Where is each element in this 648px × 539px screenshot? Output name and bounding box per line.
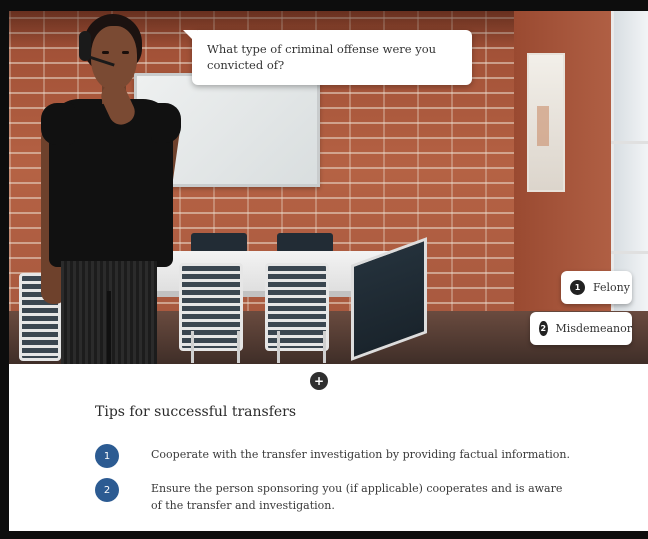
choice-misdemeanor-button[interactable]: 2 Misdemeanor <box>530 312 632 345</box>
choice-label: Felony <box>593 281 630 294</box>
chair-leg <box>277 331 280 363</box>
window-frame <box>611 251 648 254</box>
chair-back <box>191 233 247 253</box>
lesson-frame: What type of criminal offense were you c… <box>9 11 648 531</box>
tip-text: Cooperate with the transfer investigatio… <box>151 448 570 461</box>
chair-leg <box>237 331 240 363</box>
tips-heading: Tips for successful transfers <box>95 404 297 420</box>
character-eye <box>102 51 109 54</box>
chair-leg <box>191 331 194 363</box>
question-text: What type of criminal offense were you c… <box>207 42 437 72</box>
tip-text: Ensure the person sponsoring you (if app… <box>151 482 563 512</box>
chair <box>265 263 329 351</box>
window-frame <box>611 141 648 144</box>
character-pants-gap <box>107 291 111 364</box>
choice-label: Misdemeanor <box>555 322 632 335</box>
chair <box>179 263 243 351</box>
character-eye <box>122 51 129 54</box>
office-scene: What type of criminal offense were you c… <box>9 11 648 364</box>
choice-felony-button[interactable]: 1 Felony <box>561 271 632 304</box>
expand-plus-button[interactable]: + <box>310 372 328 390</box>
tip-number-badge: 2 <box>95 478 119 502</box>
choice-number-badge: 2 <box>539 321 548 336</box>
character-sleeve <box>151 103 181 143</box>
chair-back <box>277 233 333 253</box>
wall-art-detail <box>537 106 549 146</box>
speech-bubble: What type of criminal offense were you c… <box>183 30 472 85</box>
chair-leg <box>323 331 326 363</box>
character-sleeve <box>41 103 75 145</box>
choice-number-badge: 1 <box>570 280 585 295</box>
tip-number-badge: 1 <box>95 444 119 468</box>
